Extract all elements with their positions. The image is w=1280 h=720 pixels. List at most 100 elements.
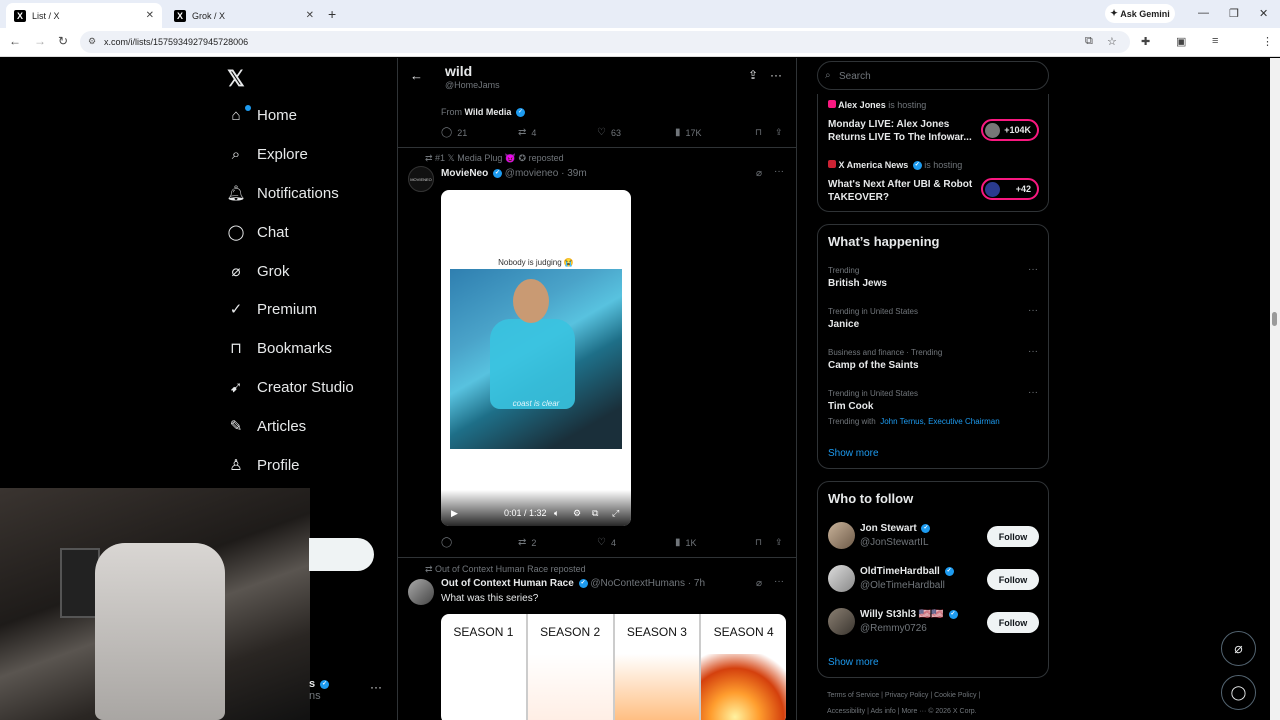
avatar[interactable] [828,608,855,635]
bookmark-post-icon[interactable]: ⊓ [755,537,762,548]
share-icon[interactable]: ⇪ [748,68,758,82]
space-listeners-pill[interactable]: +42 [981,178,1039,200]
bookmark-star-icon[interactable]: ☆ [1107,35,1117,48]
from-name[interactable]: Wild Media [465,107,512,117]
menu-icon[interactable]: ⋮ [1262,35,1273,48]
tab-grok-x[interactable]: X Grok / X ✕ [166,3,322,28]
reload-icon[interactable]: ↻ [58,34,68,48]
nav-chat[interactable]: ◯ Chat [227,223,289,242]
space-title[interactable]: Monday LIVE: Alex Jones Returns LIVE To … [828,118,978,144]
pip-icon[interactable]: ⧉ [592,508,598,519]
footer-links[interactable]: Terms of Service | Privacy Policy | Cook… [827,692,980,699]
trending-with-names[interactable]: John Ternus, Executive Chairman [880,417,999,426]
avatar[interactable] [828,522,855,549]
account-switcher[interactable]: s ✓ ns [309,678,330,702]
follow-button[interactable]: Follow [987,569,1039,590]
address-bar[interactable]: x.com/i/lists/1575934927945728006 [80,31,1130,53]
show-more-link[interactable]: Show more [828,657,879,668]
bookmark-post-icon[interactable]: ⊓ [755,127,762,138]
post-button[interactable] [309,538,374,571]
avatar[interactable] [828,565,855,592]
repost-button[interactable]: ⇄ 2 [518,537,536,548]
grok-icon[interactable]: ⌀ [756,168,762,179]
settings-icon[interactable]: ⚙ [573,508,581,519]
more-icon[interactable]: ··· [1028,264,1038,275]
nav-grok[interactable]: ⌀ Grok [227,262,289,281]
more-icon[interactable]: ··· [770,68,782,82]
trend-name[interactable]: British Jews [828,278,887,289]
search-input[interactable]: Search [817,61,1049,90]
follow-label: Follow [998,574,1028,585]
restore-icon[interactable]: ❐ [1229,7,1239,20]
tab-list-x[interactable]: X List / X ✕ [6,3,162,28]
grok-fab-icon[interactable]: ⌀ [1221,631,1256,666]
like-button[interactable]: ♡ 63 [597,127,621,138]
repost-count: 2 [531,537,537,548]
grok-icon[interactable]: ⌀ [756,578,762,589]
post-author[interactable]: MovieNeo ✓ @movieneo · 39m [441,168,587,179]
minimize-icon[interactable]: — [1198,7,1209,19]
close-tab-icon[interactable]: ✕ [306,10,314,21]
more-icon[interactable]: ··· [1028,305,1038,316]
share-icon[interactable]: ⇪ [775,127,783,138]
space-listeners-pill[interactable]: +104K [981,119,1039,141]
fullscreen-icon[interactable]: ⤢ [612,508,619,519]
space-title[interactable]: What's Next After UBI & Robot TAKEOVER? [828,178,978,204]
chat-fab-icon[interactable]: ◯ [1221,675,1256,710]
video-player[interactable]: Nobody is judging 😭 coast is clear ▶ 0:0… [441,190,631,526]
ask-gemini-button[interactable]: ✦ Ask Gemini [1105,4,1175,23]
nav-creator-studio[interactable]: ➹ Creator Studio [227,378,354,397]
views-button[interactable]: ▮ 17K [675,127,702,138]
follow-button[interactable]: Follow [987,612,1039,633]
extensions-icon[interactable]: ✚ [1141,35,1150,48]
volume-icon[interactable]: 🔈︎ [554,508,559,519]
nav-premium[interactable]: ✓ Premium [227,300,317,319]
trend-name[interactable]: Camp of the Saints [828,360,919,371]
more-icon[interactable]: ··· [370,680,382,694]
nav-notifications[interactable]: 🔔︎ Notifications [226,184,338,203]
rocket-icon: ➹ [229,379,243,396]
forward-icon[interactable]: → [34,34,46,48]
nav-explore[interactable]: ⌕ Explore [227,145,308,163]
play-icon[interactable]: ▶ [451,508,458,519]
close-tab-icon[interactable]: ✕ [146,10,154,21]
more-icon[interactable]: ··· [774,576,784,587]
share-icon[interactable]: ⇪ [775,537,783,548]
show-more-link[interactable]: Show more [828,448,879,459]
nav-bookmarks[interactable]: ⊓ Bookmarks [227,339,332,358]
more-icon[interactable]: ··· [1028,346,1038,357]
install-app-icon[interactable]: ⧉ [1085,35,1093,48]
views-button[interactable]: ▮ 1K [675,537,697,548]
post-author[interactable]: Out of Context Human Race ✓ @NoContextHu… [441,578,705,589]
nav-home[interactable]: ⌂ Home [227,105,297,124]
more-icon[interactable]: ··· [774,166,784,177]
repost-count: 4 [531,127,537,138]
back-arrow-icon[interactable]: ← [410,68,423,83]
trend-name[interactable]: Tim Cook [828,401,873,412]
reading-list-icon[interactable]: ≡ [1212,35,1218,47]
scrollbar-thumb[interactable] [1272,312,1277,326]
nav-articles[interactable]: ✎ Articles [227,417,306,436]
nav-profile[interactable]: ♙ Profile [227,456,299,475]
repost-button[interactable]: ⇄ 4 [518,127,536,138]
reply-button[interactable]: ◯ 21 [441,127,467,138]
scrollbar[interactable] [1270,58,1280,720]
user-name[interactable]: OldTimeHardball ✓ [860,566,954,577]
back-icon[interactable]: ← [9,34,21,48]
reply-button[interactable]: ◯ [441,537,457,548]
user-name[interactable]: Willy St3hl3 🇺🇸🇺🇸 ✓ [860,609,958,620]
avatar[interactable] [408,579,434,605]
user-name[interactable]: Jon Stewart ✓ [860,523,931,534]
footer-links[interactable]: Accessibility | Ads info | More ··· © 20… [827,708,977,715]
like-button[interactable]: ♡ 4 [597,537,616,548]
follow-button[interactable]: Follow [987,526,1039,547]
site-info-icon[interactable]: ⚙ [88,36,96,47]
new-tab-icon[interactable]: + [328,6,336,22]
trend-name[interactable]: Janice [828,319,859,330]
avatar[interactable]: MOVIENEO [408,166,434,192]
split-view-icon[interactable]: ▣ [1176,35,1186,48]
post-image[interactable]: SEASON 1 SEASON 2 SEASON 3 SEASON 4 [441,614,786,720]
more-icon[interactable]: ··· [1028,387,1038,398]
close-window-icon[interactable]: ✕ [1259,7,1268,20]
x-logo-icon[interactable]: 𝕏 [227,66,245,92]
